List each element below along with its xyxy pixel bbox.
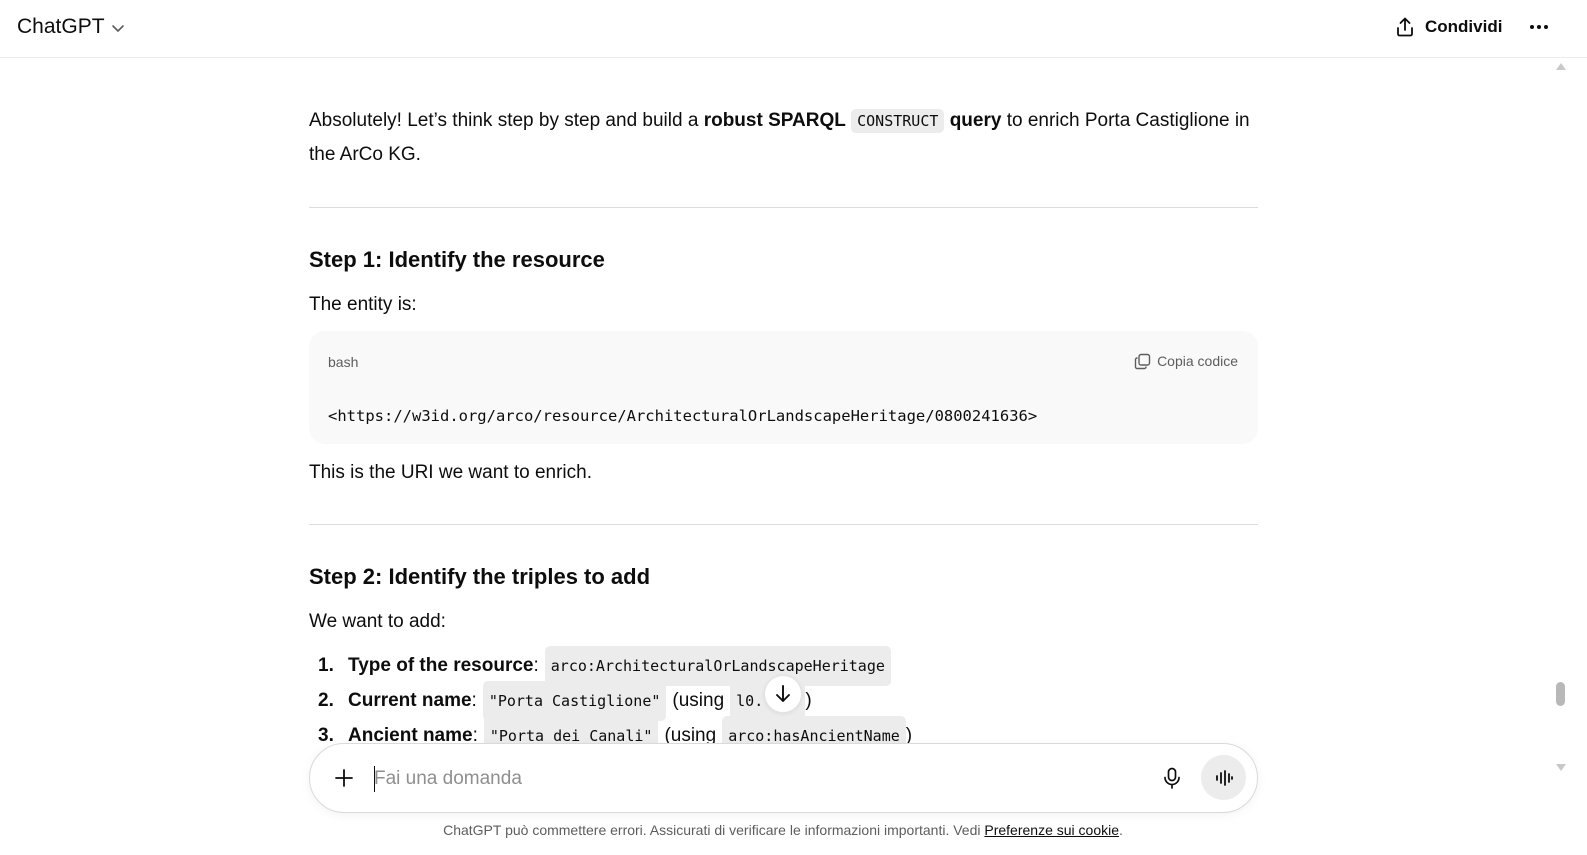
list-number: 3. [318, 724, 334, 744]
step1-after: This is the URI we want to enrich. [309, 462, 592, 483]
text-caret [374, 766, 375, 792]
disclaimer-text: ChatGPT può commettere errori. Assicurat… [443, 822, 985, 838]
list-item-code: "Porta dei Canali" [483, 715, 659, 743]
disclaimer-footer: ChatGPT può commettere errori. Assicurat… [0, 822, 1566, 838]
cookie-preferences-link[interactable]: Preferenze sui cookie [984, 822, 1119, 838]
list-item-sep: : [533, 654, 539, 676]
list-item-code: "Porta Castiglione" [482, 680, 667, 721]
top-bar: ChatGPT Condividi [0, 0, 1587, 58]
list-number: 1. [318, 654, 334, 676]
list-item-close: ) [905, 724, 913, 744]
step2-lead: We want to add: [309, 611, 446, 632]
scroll-to-bottom-button[interactable] [764, 675, 802, 713]
share-button[interactable]: Condividi [1394, 12, 1502, 42]
divider [309, 207, 1258, 208]
scrollbar-thumb[interactable] [1556, 682, 1565, 706]
voice-waveform-icon [1215, 769, 1233, 786]
copy-icon [1134, 353, 1151, 369]
step1-lead: The entity is: [309, 294, 417, 315]
model-label: ChatGPT [17, 15, 105, 38]
code-language-label: bash [328, 354, 359, 370]
chevron-down-icon [111, 25, 124, 32]
step2-heading: Step 2: Identify the triples to add [309, 564, 651, 589]
list-item-label: Ancient name [348, 724, 473, 744]
conversation-area: Absolutely! Let’s think step by step and… [309, 60, 1258, 743]
model-selector[interactable]: ChatGPT [17, 12, 125, 42]
intro-text: Absolutely! Let’s think step by step and… [309, 110, 704, 131]
step1-heading: Step 1: Identify the resource [309, 247, 605, 272]
list-item-close: ) [805, 689, 812, 711]
scrollbar[interactable] [1552, 60, 1568, 780]
copy-code-button[interactable]: Copia codice [1134, 344, 1238, 378]
divider [309, 524, 1258, 525]
scroll-up-arrow-icon[interactable] [1556, 63, 1566, 70]
ellipsis-icon [1530, 25, 1548, 29]
list-item-sep: : [471, 689, 477, 711]
intro-bold-query: query [949, 110, 1002, 131]
list-item-label: Type of the resource [348, 654, 534, 676]
list-item: 3. Ancient name: "Porta dei Canali" (usi… [309, 715, 1258, 744]
disclaimer-end: . [1119, 822, 1123, 838]
share-label: Condividi [1425, 17, 1503, 36]
list-item-sep: : [472, 724, 478, 744]
voice-mode-button[interactable] [1201, 755, 1246, 800]
intro-paragraph: Absolutely! Let’s think step by step and… [309, 104, 1258, 172]
list-item-property-code: arco:hasAncientName [722, 715, 906, 743]
plus-icon [335, 769, 353, 787]
list-number: 2. [318, 689, 334, 711]
arrow-down-icon [776, 685, 790, 702]
code-content: <https://w3id.org/arco/resource/Architec… [328, 407, 1038, 425]
intro-bold-sparql: robust SPARQL [703, 110, 846, 131]
prompt-input[interactable] [374, 764, 1134, 794]
list-item-code: arco:ArchitecturalOrLandscapeHeritage [544, 645, 891, 686]
share-icon [1397, 17, 1413, 37]
composer [309, 743, 1258, 813]
more-options-button[interactable] [1524, 12, 1554, 42]
list-item-using: (using [672, 689, 725, 711]
dictate-button[interactable] [1158, 764, 1186, 792]
code-block: bash Copia codice <https://w3id.org/arco… [309, 331, 1258, 444]
construct-code: CONSTRUCT [851, 109, 945, 133]
list-item-label: Current name [348, 689, 472, 711]
list-item-using: (using [664, 724, 717, 744]
microphone-icon [1164, 767, 1180, 789]
add-attachment-button[interactable] [330, 764, 358, 792]
scroll-down-arrow-icon[interactable] [1556, 764, 1566, 771]
copy-code-label: Copia codice [1157, 353, 1238, 369]
